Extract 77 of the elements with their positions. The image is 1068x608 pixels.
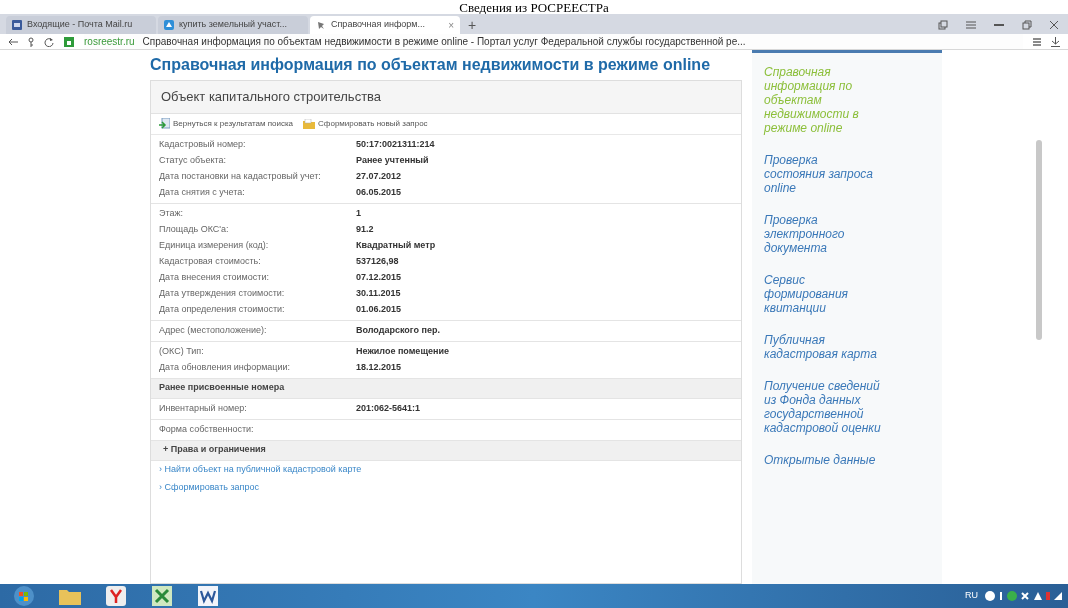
field-label: Дата утверждения стоимости:: [159, 286, 286, 300]
address-page-title: Справочная информация по объектам недвижимости в режиме online - Портал услуг Федеральной службы государственной ре...: [142, 35, 746, 49]
new-tab-button[interactable]: +: [462, 16, 483, 34]
back-icon[interactable]: [8, 37, 18, 46]
field-label: Дата обновления информации:: [159, 360, 292, 374]
tray-icons-drawing[interactable]: [984, 590, 1064, 602]
field-label: Дата постановки на кадастровый учет:: [159, 169, 322, 183]
card-title: Объект капитального строительства: [151, 81, 741, 114]
field-label: Дата определения стоимости:: [159, 302, 286, 316]
field-value: 30.11.2015: [356, 286, 401, 300]
field-label: Адрес (местоположение):: [159, 323, 268, 337]
tab-title: Входящие - Почта Mail.ru: [27, 18, 134, 32]
field-value: 50:17:0021311:214: [356, 137, 435, 151]
restore-icon[interactable]: [1022, 20, 1032, 30]
spreadsheet-icon[interactable]: [152, 586, 172, 606]
close-icon[interactable]: [1050, 21, 1058, 29]
field-value: 01.06.2015: [356, 302, 402, 316]
field-label: Кадастровая стоимость:: [159, 254, 262, 268]
field-label: Форма собственности:: [159, 422, 255, 436]
field-value: 18.12.2015: [356, 360, 402, 374]
folder-icon[interactable]: [59, 587, 81, 605]
page-caption: Сведения из РОСРЕЕСТРа: [459, 1, 609, 14]
key-icon[interactable]: [28, 36, 34, 47]
windows-icon[interactable]: [938, 20, 948, 30]
sidebar-link[interactable]: Получение сведений из Фонда данных государственной кадастровой оценки: [764, 379, 882, 435]
folder-icon: [303, 118, 316, 129]
field-label: Дата внесения стоимости:: [159, 270, 270, 284]
field-label: Кадастровый номер:: [159, 137, 247, 151]
document-icon[interactable]: [198, 586, 218, 606]
tab-title: купить земельный участ...: [179, 18, 288, 32]
browser-tab[interactable]: Справочная информ... ×: [310, 16, 460, 34]
page-link[interactable]: › Сформировать запрос: [159, 480, 259, 495]
document-arrow-icon: [159, 118, 170, 129]
sidebar-link[interactable]: Проверка электронного документа: [764, 213, 882, 255]
field-value: 06.05.2015: [356, 185, 402, 199]
close-tab-button[interactable]: ×: [448, 17, 454, 33]
reader-icon[interactable]: [1033, 37, 1041, 46]
field-value: Ранее учтенный: [356, 153, 429, 167]
reload-icon[interactable]: [44, 36, 54, 47]
download-icon[interactable]: [1051, 36, 1060, 47]
field-value: Нежилое помещение: [356, 344, 449, 358]
action-link[interactable]: Сформировать новый запрос: [303, 117, 428, 130]
field-value: 07.12.2015: [356, 270, 402, 284]
field-label: (ОКС) Тип:: [159, 344, 205, 358]
language-indicator[interactable]: RU: [965, 589, 978, 603]
mail-icon: [12, 20, 22, 30]
action-link[interactable]: Вернуться к результатам поиска: [159, 117, 294, 130]
browser-icon[interactable]: [106, 586, 126, 606]
field-label: Площадь ОКС'a:: [159, 222, 230, 236]
address-domain: rosreestr.ru: [84, 35, 135, 49]
field-label: Этаж:: [159, 206, 185, 220]
page-title: Справочная информация по объектам недвижимости в режиме online: [150, 55, 712, 75]
sidebar-link[interactable]: Публичная кадастровая карта: [764, 333, 882, 361]
field-value: 91.2: [356, 222, 374, 236]
browser-tab[interactable]: купить земельный участ...: [158, 16, 308, 34]
field-label: Статус объекта:: [159, 153, 227, 167]
site-icon: [164, 20, 174, 30]
field-label: Единица измерения (код):: [159, 238, 270, 252]
scrollbar[interactable]: [1036, 140, 1042, 340]
field-value: 1: [356, 206, 361, 220]
start-button-icon[interactable]: [12, 585, 36, 607]
page-link[interactable]: › Найти объект на публичной кадастровой карте: [159, 462, 362, 477]
field-value: 537126,98: [356, 254, 399, 268]
field-label: Инвентарный номер:: [159, 401, 248, 415]
tab-title: Справочная информ...: [331, 18, 426, 32]
section-heading: Ранее присвоенные номера: [159, 381, 285, 395]
sidebar-link[interactable]: Открытые данные: [764, 453, 882, 467]
sidebar-link[interactable]: Проверка состояния запроса online: [764, 153, 882, 195]
menu-icon[interactable]: [966, 21, 976, 29]
field-label: Дата снятия с учета:: [159, 185, 246, 199]
sidebar-link[interactable]: Сервис формирования квитанции: [764, 273, 882, 315]
browser-tab[interactable]: Входящие - Почта Mail.ru: [6, 16, 156, 34]
field-value: 27.07.2012: [356, 169, 402, 183]
field-value: Квадратный метр: [356, 238, 436, 252]
section-expander[interactable]: + Права и ограничения: [151, 440, 741, 461]
field-value: Володарского пер.: [356, 323, 440, 337]
field-value: 201:062-5641:1: [356, 401, 421, 415]
